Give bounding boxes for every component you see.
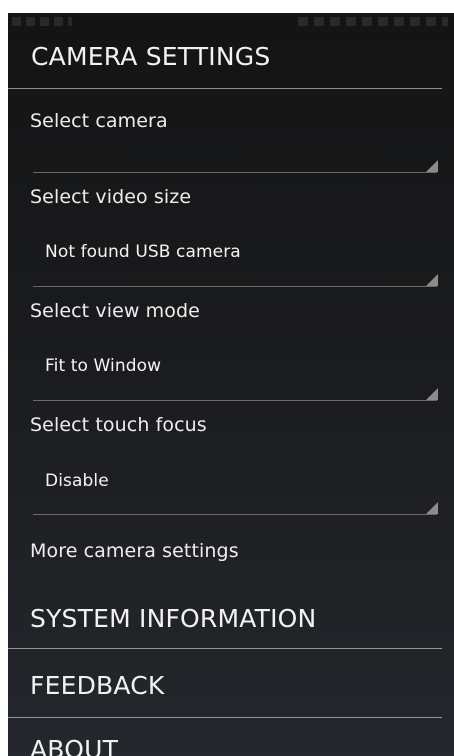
status-bar <box>8 13 454 31</box>
about-section[interactable]: ABOUT <box>8 718 454 756</box>
feedback-section[interactable]: FEEDBACK <box>8 649 454 717</box>
system-information-section[interactable]: SYSTEM INFORMATION <box>8 588 454 648</box>
select-touch-focus-value: Disable <box>45 471 109 491</box>
select-video-size-spinner-underline <box>33 286 437 287</box>
select-video-size-setting[interactable]: Select video size Not found USB camera <box>8 175 454 289</box>
dropdown-arrow-icon <box>426 388 438 400</box>
dropdown-arrow-icon <box>426 502 438 514</box>
select-view-mode-value: Fit to Window <box>45 356 162 376</box>
select-touch-focus-spinner-underline <box>33 514 437 515</box>
camera-settings-header: CAMERA SETTINGS <box>31 42 271 71</box>
system-information-header: SYSTEM INFORMATION <box>30 604 317 633</box>
dropdown-arrow-icon <box>426 160 438 172</box>
dropdown-arrow-icon <box>426 274 438 286</box>
notification-icons <box>12 17 72 26</box>
camera-settings-divider <box>8 88 442 89</box>
select-camera-spinner-underline <box>33 172 437 173</box>
select-video-size-value: Not found USB camera <box>45 242 241 262</box>
select-view-mode-setting[interactable]: Select view mode Fit to Window <box>8 289 454 403</box>
more-camera-settings-item[interactable]: More camera settings <box>8 528 454 580</box>
select-camera-label: Select camera <box>30 110 168 132</box>
about-header: ABOUT <box>30 735 119 756</box>
select-touch-focus-setting[interactable]: Select touch focus Disable <box>8 403 454 517</box>
system-status-icons <box>298 17 448 26</box>
select-camera-setting[interactable]: Select camera <box>8 93 454 175</box>
feedback-header: FEEDBACK <box>30 671 165 700</box>
select-touch-focus-label: Select touch focus <box>30 414 207 436</box>
select-view-mode-label: Select view mode <box>30 300 200 322</box>
select-video-size-label: Select video size <box>30 186 192 208</box>
select-view-mode-spinner-underline <box>33 400 437 401</box>
more-camera-settings-label: More camera settings <box>30 540 239 562</box>
settings-screen: CAMERA SETTINGS Select camera Select vid… <box>8 13 454 756</box>
